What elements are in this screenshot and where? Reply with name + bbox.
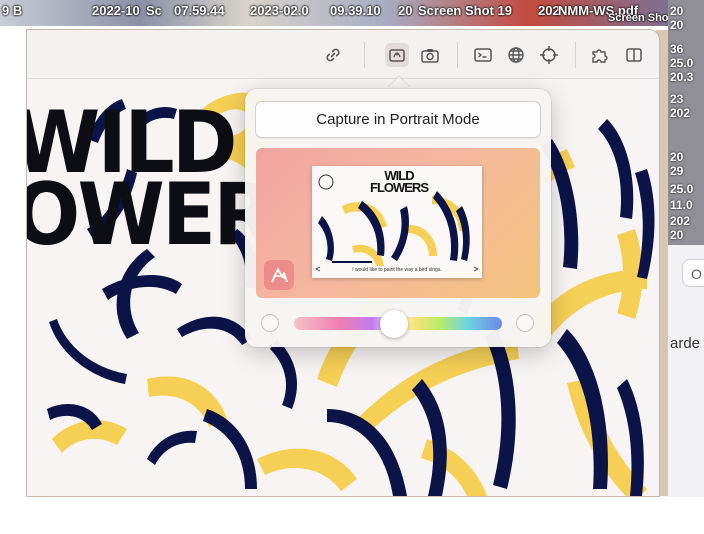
preview-thumbnail: WILD FLOWERS I would like to paint the w… bbox=[312, 166, 482, 278]
web-clip-popover: Capture in Portrait Mode WILD FLOWERS I … bbox=[245, 89, 551, 347]
background-window: O arde bbox=[668, 245, 704, 497]
desktop-file-label[interactable]: 20 bbox=[670, 4, 683, 18]
thumbnail-title-line-2: FLOWERS bbox=[370, 180, 429, 195]
desktop-file-label[interactable]: 25.0 bbox=[670, 56, 693, 70]
color-slider-row bbox=[245, 307, 551, 338]
desktop-file-label[interactable]: 20 bbox=[670, 150, 683, 164]
app-badge-icon bbox=[264, 260, 294, 290]
background-window-text: arde bbox=[670, 335, 701, 352]
web-clip-icon[interactable] bbox=[385, 43, 409, 67]
background-window-field[interactable]: O bbox=[682, 259, 704, 287]
desktop-file-label[interactable]: 07.59.44 bbox=[174, 3, 225, 18]
desktop-file-label[interactable]: 202 bbox=[538, 3, 560, 18]
desktop-file-label[interactable]: 11.0 bbox=[670, 198, 693, 212]
desktop-file-label[interactable]: Screen Sho bbox=[608, 12, 669, 24]
desktop-file-label[interactable]: Sc bbox=[146, 3, 162, 18]
globe-icon[interactable] bbox=[505, 44, 527, 66]
desktop-right-thumbnails: 20 20 36 25.0 20.3 23 202 20 29 25.0 11.… bbox=[668, 0, 704, 250]
desktop-file-label[interactable]: 36 bbox=[670, 42, 683, 56]
capture-preview[interactable]: WILD FLOWERS I would like to paint the w… bbox=[256, 148, 540, 298]
desktop-file-label[interactable]: 202 bbox=[670, 214, 690, 228]
desktop-file-label[interactable]: 20 bbox=[670, 228, 683, 242]
link-icon[interactable] bbox=[322, 44, 344, 66]
desktop-file-label[interactable]: 25.0 bbox=[670, 182, 693, 196]
color-slider-thumb[interactable] bbox=[379, 310, 408, 338]
desktop-file-label[interactable]: 20 bbox=[670, 18, 683, 32]
desktop-file-label[interactable]: 23 bbox=[670, 92, 683, 106]
terminal-icon[interactable] bbox=[472, 44, 494, 66]
browser-toolbar bbox=[27, 30, 659, 79]
thumbnail-title: WILD FLOWERS bbox=[370, 169, 429, 195]
slider-min-swatch[interactable] bbox=[261, 314, 279, 332]
desktop-file-label[interactable]: 202 bbox=[670, 106, 690, 120]
desktop-thumbnail-strip: 9 B 2022-10 Sc 07.59.44 2023-02.0 09.39.… bbox=[0, 0, 704, 26]
extensions-icon[interactable] bbox=[590, 44, 612, 66]
crosshair-icon[interactable] bbox=[538, 44, 560, 66]
desktop-file-label[interactable]: 20 bbox=[398, 3, 412, 18]
toolbar-separator bbox=[457, 42, 458, 68]
hero-title: WILD OWER bbox=[27, 100, 274, 265]
desktop-file-label[interactable]: Screen Shot 19 bbox=[418, 3, 512, 18]
desktop-file-label[interactable]: 20.3 bbox=[670, 70, 693, 84]
desktop-file-label[interactable]: 29 bbox=[670, 164, 683, 178]
slider-max-swatch[interactable] bbox=[516, 314, 534, 332]
toolbar-separator bbox=[364, 42, 365, 68]
desktop-file-label[interactable]: 2023-02.0 bbox=[250, 3, 309, 18]
desktop-file-label[interactable]: 9 B bbox=[2, 3, 22, 18]
desktop-file-label[interactable]: 09.39.10 bbox=[330, 3, 381, 18]
toolbar-separator bbox=[575, 42, 576, 68]
desktop-file-label[interactable]: 2022-10 bbox=[92, 3, 140, 18]
capture-portrait-button[interactable]: Capture in Portrait Mode bbox=[255, 101, 541, 138]
camera-icon[interactable] bbox=[419, 44, 441, 66]
thumbnail-caption: I would like to paint the way a bird sin… bbox=[352, 267, 442, 273]
hero-title-line-2: OWER bbox=[27, 165, 274, 265]
sidebar-icon[interactable] bbox=[623, 44, 645, 66]
